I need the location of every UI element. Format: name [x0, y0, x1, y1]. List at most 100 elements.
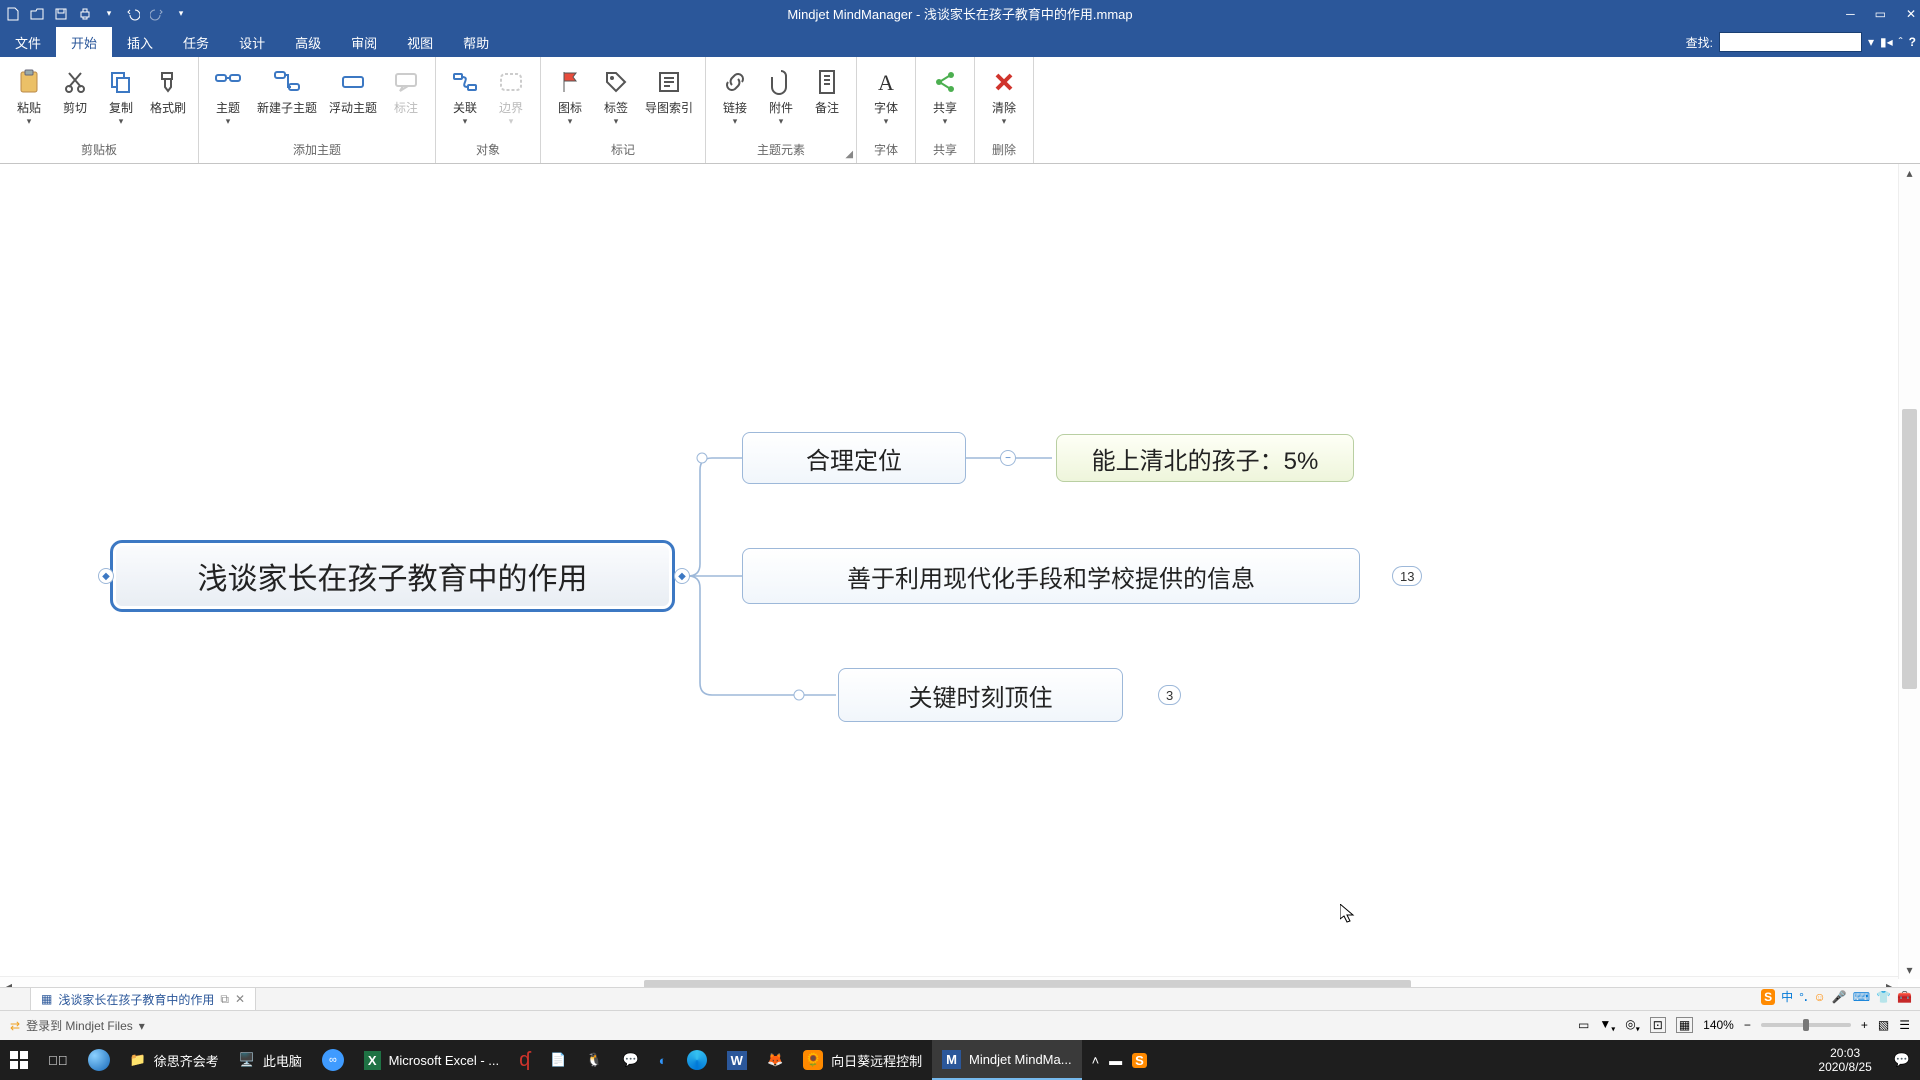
menu-help[interactable]: 帮助 — [448, 27, 504, 57]
taskbar-firefox[interactable]: 🦊 — [757, 1040, 793, 1080]
search-input[interactable] — [1719, 32, 1862, 52]
callout-button[interactable]: 标注 — [383, 63, 429, 115]
qat-redo-icon[interactable] — [148, 5, 166, 23]
ime-keyboard-icon[interactable]: ⌨ — [1853, 990, 1870, 1004]
view-outline-icon[interactable]: ☰ — [1899, 1018, 1910, 1032]
attach-button[interactable]: 附件▾ — [758, 63, 804, 126]
taskbar-baidunetdisk[interactable]: ∞ — [312, 1040, 354, 1080]
tray-expand-icon[interactable]: ˄ — [1092, 1053, 1100, 1068]
menu-home[interactable]: 开始 — [56, 27, 112, 57]
boundary-button[interactable]: 边界▾ — [488, 63, 534, 126]
zoom-level[interactable]: 140% — [1703, 1018, 1734, 1032]
fit-selection-icon[interactable]: ⊡ — [1650, 1017, 1666, 1033]
tab-close-icon[interactable]: ✕ — [235, 992, 245, 1006]
link-button[interactable]: 链接▾ — [712, 63, 758, 126]
maximize-button[interactable]: ▭ — [1875, 7, 1886, 21]
subtopic-button[interactable]: 新建子主题 — [251, 63, 323, 115]
share-button[interactable]: 共享▾ — [922, 63, 968, 126]
taskbar-folder[interactable]: 📁徐思齐会考 — [120, 1040, 229, 1080]
index-button[interactable]: 导图索引 — [639, 63, 699, 115]
taskbar-thispc[interactable]: 🖥️此电脑 — [229, 1040, 312, 1080]
topic-1[interactable]: 合理定位 — [742, 432, 966, 484]
qat-print-icon[interactable] — [76, 5, 94, 23]
start-button[interactable] — [0, 1040, 38, 1080]
taskbar-qq[interactable]: 🐧 — [576, 1040, 612, 1080]
collapse-handle-right[interactable]: ◆ — [674, 568, 690, 584]
menu-task[interactable]: 任务 — [168, 27, 224, 57]
zoom-slider[interactable] — [1761, 1023, 1851, 1027]
tray-sogou-icon[interactable]: S — [1132, 1053, 1147, 1068]
minimize-button[interactable]: ─ — [1846, 7, 1855, 21]
filter-icon[interactable]: ▼▾ — [1599, 1017, 1615, 1033]
taskbar-clock[interactable]: 20:03 2020/8/25 — [1806, 1046, 1883, 1075]
qat-new-icon[interactable] — [4, 5, 22, 23]
canvas[interactable]: 浅谈家长在孩子教育中的作用 ◆ ◆ 合理定位 − 能上清北的孩子：5% 善于利用… — [0, 164, 1920, 979]
close-button[interactable]: ✕ — [1906, 7, 1916, 21]
login-link[interactable]: 登录到 Mindjet Files — [26, 1017, 133, 1034]
ime-smile-icon[interactable]: ☺ — [1814, 990, 1826, 1004]
floating-topic-button[interactable]: 浮动主题 — [323, 63, 383, 115]
taskbar-globe[interactable] — [78, 1040, 120, 1080]
taskbar-excel[interactable]: XMicrosoft Excel - ... — [354, 1040, 509, 1080]
taskbar-wechat[interactable]: 💬 — [613, 1040, 649, 1080]
topic-2-count[interactable]: 13 — [1392, 566, 1422, 586]
notification-button[interactable]: 💬 — [1884, 1040, 1920, 1080]
vertical-scrollbar[interactable]: ▴▾ — [1898, 164, 1920, 979]
ime-skin-icon[interactable]: 👕 — [1876, 990, 1891, 1004]
qat-open-icon[interactable] — [28, 5, 46, 23]
search-options-button[interactable]: ▾ — [1868, 35, 1874, 49]
ribbon-collapse-icon[interactable]: ˆ — [1899, 35, 1903, 49]
ime-zhong[interactable]: 中 — [1781, 988, 1793, 1005]
cloud-connect-icon[interactable]: ⇄ — [10, 1019, 20, 1033]
login-dropdown-icon[interactable]: ▾ — [139, 1019, 145, 1033]
icon-button[interactable]: 图标▾ — [547, 63, 593, 126]
taskbar-edge[interactable] — [677, 1040, 717, 1080]
taskbar-dingtalk[interactable]: ◐ — [649, 1040, 677, 1080]
ime-indicator-icon[interactable]: S — [1761, 989, 1775, 1005]
menu-view[interactable]: 视图 — [392, 27, 448, 57]
taskview-button[interactable]: ⊞⃞ — [38, 1040, 78, 1080]
view-presentation-icon[interactable]: ▭ — [1578, 1018, 1589, 1032]
taskbar-notes[interactable]: 📄 — [540, 1040, 576, 1080]
tab-popout-icon[interactable]: ⧉ — [220, 992, 229, 1007]
menu-insert[interactable]: 插入 — [112, 27, 168, 57]
taskpane-toggle-icon[interactable]: ▮◂ — [1880, 35, 1893, 49]
cut-button[interactable]: 剪切 — [52, 63, 98, 115]
qat-undo-icon[interactable] — [124, 5, 142, 23]
taskbar-reader[interactable]: ʠ — [509, 1040, 540, 1080]
center-topic[interactable]: 浅谈家长在孩子教育中的作用 — [110, 540, 675, 612]
collapse-toggle-1[interactable]: − — [1000, 450, 1016, 466]
taskbar-sunflower[interactable]: 🌻向日葵远程控制 — [793, 1040, 932, 1080]
qat-more-icon[interactable]: ▾ — [100, 5, 118, 23]
format-painter-button[interactable]: 格式刷 — [144, 63, 192, 115]
zoom-out-button[interactable]: − — [1744, 1018, 1751, 1032]
note-button[interactable]: 备注 — [804, 63, 850, 115]
topic-1a[interactable]: 能上清北的孩子：5% — [1056, 434, 1354, 482]
qat-save-icon[interactable] — [52, 5, 70, 23]
element-dialog-launcher[interactable]: ◢ — [845, 149, 853, 160]
menu-review[interactable]: 审阅 — [336, 27, 392, 57]
ime-mic-icon[interactable]: 🎤 — [1832, 990, 1847, 1004]
menu-design[interactable]: 设计 — [224, 27, 280, 57]
help-icon[interactable]: ? — [1909, 35, 1916, 49]
tag-button[interactable]: 标签▾ — [593, 63, 639, 126]
ime-punct-icon[interactable]: °ꓸ — [1799, 990, 1807, 1004]
topic-3-count[interactable]: 3 — [1158, 685, 1181, 705]
tray-battery-icon[interactable]: ▬ — [1109, 1053, 1122, 1068]
topic-button[interactable]: 主题▾ — [205, 63, 251, 126]
ime-tool-icon[interactable]: 🧰 — [1897, 990, 1912, 1004]
collapse-handle-left[interactable]: ◆ — [98, 568, 114, 584]
menu-advanced[interactable]: 高级 — [280, 27, 336, 57]
target-icon[interactable]: ◎▾ — [1625, 1017, 1640, 1033]
relation-button[interactable]: 关联▾ — [442, 63, 488, 126]
taskbar-word[interactable]: W — [717, 1040, 757, 1080]
clear-button[interactable]: 清除▾ — [981, 63, 1027, 126]
fit-map-icon[interactable]: ▦ — [1676, 1017, 1693, 1033]
zoom-in-button[interactable]: + — [1861, 1018, 1868, 1032]
topic-2[interactable]: 善于利用现代化手段和学校提供的信息 — [742, 548, 1360, 604]
paste-button[interactable]: 粘贴▾ — [6, 63, 52, 126]
taskbar-mindjet[interactable]: MMindjet MindMa... — [932, 1040, 1081, 1080]
view-map-icon[interactable]: ▧ — [1878, 1018, 1889, 1032]
qat-customize-icon[interactable]: ▾ — [172, 5, 190, 23]
document-tab[interactable]: ▦ 浅谈家长在孩子教育中的作用 ⧉ ✕ — [30, 987, 256, 1010]
